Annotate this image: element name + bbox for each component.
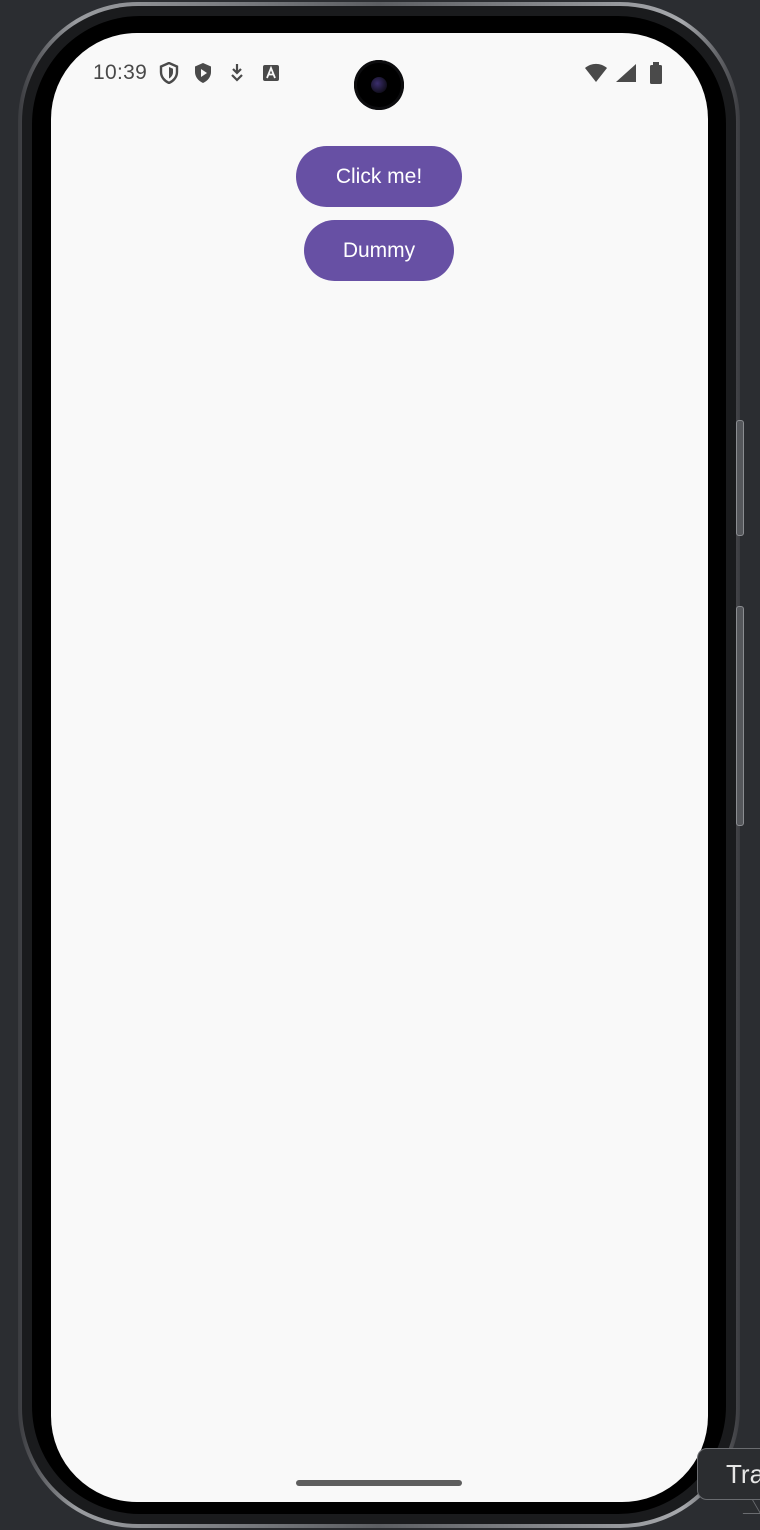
click-me-button[interactable]: Click me! [296,146,462,207]
font-a-icon [259,61,283,85]
status-bar-left: 10:39 [93,61,283,85]
tooltip-text: Tra [726,1459,760,1489]
phone-screen: 10:39 Click me! Dummy [51,33,708,1502]
navigation-handle[interactable] [296,1480,462,1486]
tooltip: Tra [697,1448,760,1500]
battery-icon [644,61,668,85]
cellular-signal-icon [614,61,638,85]
volume-button[interactable] [736,606,744,826]
shield-outline-icon [157,61,181,85]
play-shield-icon [191,61,215,85]
download-arrow-icon [225,61,249,85]
front-camera [354,60,404,110]
dummy-button[interactable]: Dummy [304,220,454,281]
status-bar-right [584,61,668,85]
wifi-icon [584,61,608,85]
power-button[interactable] [736,420,744,536]
status-time: 10:39 [93,61,148,84]
